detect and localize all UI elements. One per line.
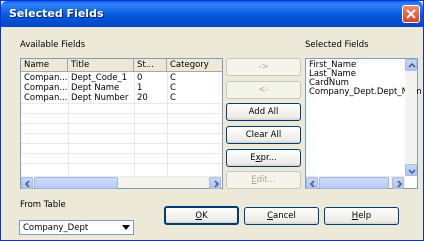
from-table-label: From Table	[20, 200, 66, 210]
cell-st: 20	[137, 93, 148, 103]
help-label-end: elp	[358, 211, 372, 221]
ok-label-end: K	[202, 211, 208, 221]
cell-category: C	[170, 83, 176, 93]
chevron-left-icon	[24, 180, 30, 188]
close-button[interactable]	[402, 5, 420, 23]
cell-category: C	[170, 73, 176, 83]
selected-fields-list[interactable]: First_Name Last_Name CardNum Company_Dep…	[305, 58, 422, 189]
available-fields-list[interactable]: Name Title St... Category Compan... Dept…	[20, 58, 223, 189]
close-icon	[406, 9, 416, 19]
scroll-down-button[interactable]	[405, 164, 417, 176]
cell-title: Dept_Code_1	[71, 73, 128, 83]
selected-fields-label: Selected Fields	[305, 40, 369, 50]
column-header-title[interactable]: Title	[68, 59, 134, 72]
add-field-button[interactable]: ->	[226, 58, 301, 76]
cell-st: 0	[137, 73, 143, 83]
help-button[interactable]: Help	[324, 207, 399, 225]
row-divider	[21, 113, 222, 114]
chevron-down-icon	[122, 225, 130, 230]
column-header-st[interactable]: St...	[134, 59, 167, 72]
edit-button[interactable]: Edit...	[226, 171, 301, 189]
ok-button[interactable]: OK	[164, 206, 239, 225]
from-table-select[interactable]: Company_Dept	[19, 220, 134, 235]
cell-category: C	[170, 93, 176, 103]
row-divider	[21, 103, 222, 104]
window-title: Selected Fields	[9, 7, 104, 20]
table-row[interactable]: Compan... Dept Number 20 C	[21, 93, 222, 103]
cell-title: Dept Number	[71, 93, 129, 103]
clear-all-button[interactable]: Clear All	[226, 126, 301, 144]
scroll-up-button[interactable]	[405, 59, 417, 71]
chevron-left-icon	[309, 180, 315, 188]
row-divider	[21, 123, 222, 124]
from-table-value: Company_Dept	[23, 223, 89, 233]
cell-name: Compan...	[24, 73, 68, 83]
table-row[interactable]: Compan... Dept Name 1 C	[21, 83, 222, 93]
column-header-name[interactable]: Name	[21, 59, 68, 72]
cell-st: 1	[137, 83, 143, 93]
scroll-thumb[interactable]	[319, 177, 389, 189]
vertical-scrollbar[interactable]	[405, 59, 417, 176]
cancel-button[interactable]: Cancel	[244, 207, 319, 225]
horizontal-scrollbar[interactable]	[21, 176, 222, 189]
remove-field-button[interactable]: <-	[226, 81, 301, 99]
cell-name: Compan...	[24, 93, 68, 103]
expr-label-end: pr...	[260, 153, 277, 163]
scroll-thumb[interactable]	[34, 177, 118, 189]
scroll-right-button[interactable]	[209, 177, 221, 189]
scroll-right-button[interactable]	[392, 177, 404, 189]
chevron-right-icon	[214, 180, 220, 188]
available-fields-label: Available Fields	[20, 40, 86, 50]
cell-name: Compan...	[24, 83, 68, 93]
expression-button[interactable]: Expr...	[226, 149, 301, 167]
title-bar[interactable]: Selected Fields	[1, 1, 423, 27]
column-header-category[interactable]: Category	[167, 59, 222, 72]
scroll-left-button[interactable]	[306, 177, 318, 189]
selected-fields-dialog: Selected Fields Available Fields Selecte…	[0, 0, 424, 241]
dropdown-button[interactable]	[119, 221, 133, 234]
scroll-left-button[interactable]	[21, 177, 33, 189]
cancel-label-end: ancel	[273, 211, 296, 221]
table-row[interactable]: Compan... Dept_Code_1 0 C	[21, 73, 222, 83]
row-divider	[21, 143, 222, 144]
edit-label-end: dit...	[256, 175, 276, 185]
add-all-button[interactable]: Add All	[226, 103, 301, 121]
row-divider	[21, 163, 222, 164]
chevron-right-icon	[397, 180, 403, 188]
chevron-down-icon	[408, 169, 416, 175]
cell-title: Dept Name	[71, 83, 120, 93]
horizontal-scrollbar[interactable]	[306, 176, 405, 189]
chevron-up-icon	[408, 62, 416, 68]
row-divider	[21, 153, 222, 154]
row-divider	[21, 133, 222, 134]
